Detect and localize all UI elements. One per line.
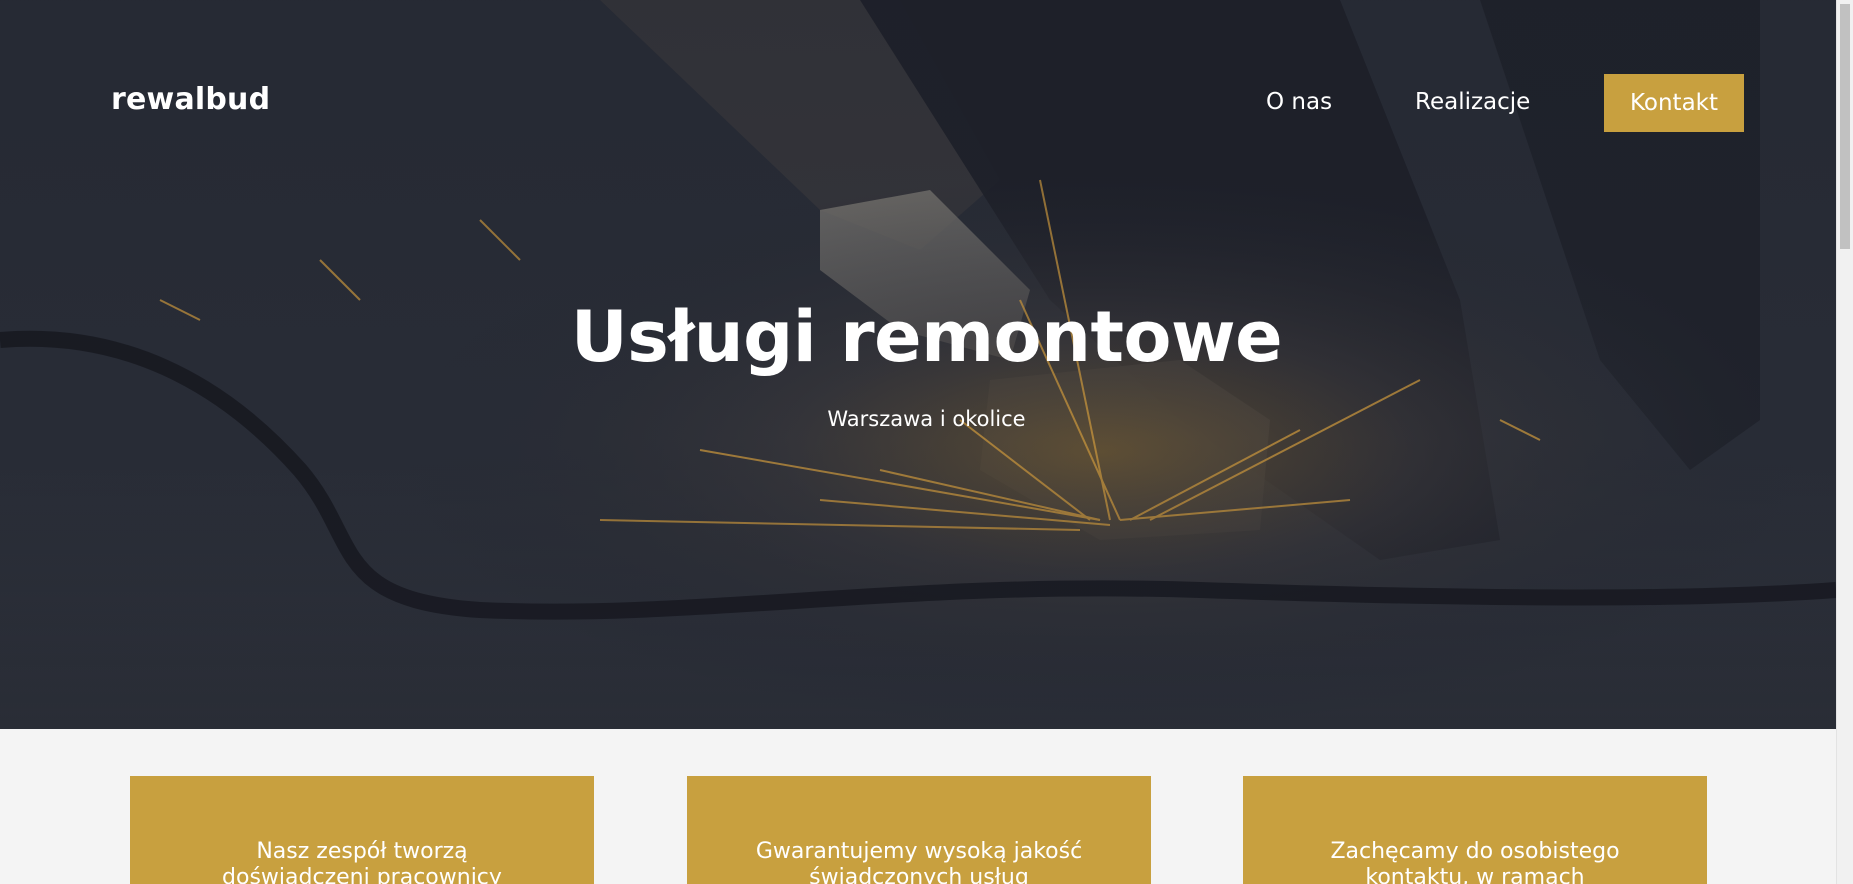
feature-card-text: Nasz zespół tworzą doświadczeni pracowni… <box>222 839 502 884</box>
nav-kontakt-button[interactable]: Kontakt <box>1604 74 1744 132</box>
hero-title: Usługi remontowe <box>570 296 1283 378</box>
hero-subtitle: Warszawa i okolice <box>827 407 1026 431</box>
feature-card-quality: Gwarantujemy wysoką jakość świadczonych … <box>687 776 1151 884</box>
top-navigation: rewalbud O nas Realizacje Kontakt <box>0 0 1836 205</box>
feature-card-text: Zachęcamy do osobistego kontaktu, w rama… <box>1330 839 1620 884</box>
nav-link-realizacje[interactable]: Realizacje <box>1415 89 1530 115</box>
page: rewalbud O nas Realizacje Kontakt Usługi… <box>0 0 1853 884</box>
features-section: Nasz zespół tworzą doświadczeni pracowni… <box>0 729 1836 884</box>
hero-section: rewalbud O nas Realizacje Kontakt Usługi… <box>0 0 1836 729</box>
scrollbar-thumb[interactable] <box>1840 4 1850 249</box>
feature-card-team: Nasz zespół tworzą doświadczeni pracowni… <box>130 776 594 884</box>
nav-link-o-nas[interactable]: O nas <box>1266 89 1332 115</box>
vertical-scrollbar[interactable] <box>1836 0 1853 884</box>
feature-card-contact: Zachęcamy do osobistego kontaktu, w rama… <box>1243 776 1707 884</box>
site-logo[interactable]: rewalbud <box>111 82 270 117</box>
feature-card-text: Gwarantujemy wysoką jakość świadczonych … <box>755 839 1083 884</box>
